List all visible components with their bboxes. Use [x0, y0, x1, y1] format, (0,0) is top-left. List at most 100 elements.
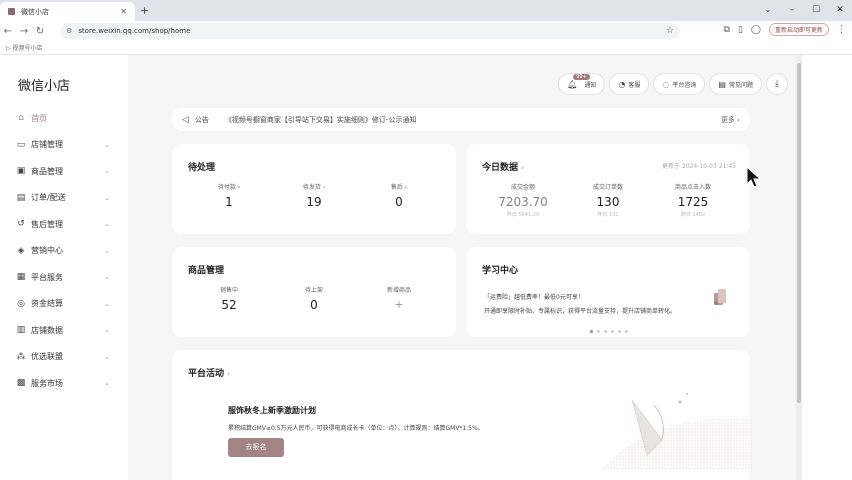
carousel-dot[interactable]: [625, 330, 628, 333]
today-stat-gmv[interactable]: 成交金额 7203.70 昨日 5641.20: [483, 182, 563, 218]
notice-text[interactable]: 《视频号橱窗商家【引导站下交易】实施细则》修订-公示通知: [225, 115, 417, 125]
order-icon: ▤: [16, 192, 26, 203]
pending-card: 待处理 待付款 › 1 待发货 › 19 售后 › 0: [172, 144, 456, 234]
market-icon: ▩: [16, 378, 26, 389]
sidebar-item[interactable]: ↺ 售后管理 ⌄: [0, 211, 128, 238]
pending-stat-aftersale[interactable]: 售后 › 0: [359, 182, 439, 209]
page-gutter: [802, 55, 852, 480]
signup-button[interactable]: 去报名: [228, 438, 284, 457]
notice-tag: 公告: [194, 115, 209, 124]
sidebar-item[interactable]: ⁂ 优选联盟 ⌄: [0, 344, 128, 371]
browser-tab[interactable]: 微信小店 ✕: [0, 2, 135, 21]
add-icon: +: [394, 298, 404, 311]
carousel-dot[interactable]: [604, 330, 607, 333]
sidebar-item[interactable]: ▤ 订单/配送 ⌄: [0, 185, 128, 212]
sidebar-item-label: 优选联盟: [31, 352, 63, 362]
update-button[interactable]: 重新启动即可更新: [768, 23, 829, 36]
stat-sub: 昨日 102: [597, 212, 619, 218]
learning-headline[interactable]: 「运费险」越低费率！最低0元可享！: [484, 292, 584, 301]
data-icon: ▥: [16, 325, 26, 336]
close-window-icon[interactable]: ✕: [828, 0, 852, 21]
url-input[interactable]: ⚙ store.weixin.qq.com/shop/home ☆: [60, 23, 680, 39]
stat-sub: 昨日 1402: [680, 212, 706, 218]
carousel-dot[interactable]: [597, 330, 600, 333]
sidebar-item[interactable]: ▩ 服务市场 ⌄: [0, 370, 128, 397]
service-button[interactable]: ◔ 客服: [609, 73, 650, 95]
marketing-icon: ◈: [17, 245, 25, 256]
sidepanel-icon[interactable]: ▯: [738, 25, 743, 35]
sidebar-menu: ⌂ 首页 ▭ 店铺管理 ⌄ ▣ 商品管理 ⌄ ▤ 订单/配送 ⌄ ↺ 售后管理 ⌄ ◈ 营销中心 ⌄ ▦ 平台服务 ⌄…: [0, 105, 128, 397]
stat-label: 售后: [390, 184, 403, 191]
browser-tab-bar: 微信小店 ✕ + ⌄ – ☐ ✕: [0, 0, 852, 21]
activity-card: 平台活动 › 服饰秋冬上新季激励计划 累积结算GMV≥0.5万元人民币，可获得电商…: [172, 350, 752, 480]
sidebar-item[interactable]: ▦ 平台服务 ⌄: [0, 264, 128, 291]
chevron-down-icon: ⌄: [104, 326, 110, 335]
scrollbar-thumb[interactable]: [797, 63, 801, 403]
today-title[interactable]: 今日数据 ›: [482, 160, 524, 173]
learning-card: 学习中心 「运费险」越低费率！最低0元可享！ 开通即享限时补贴、专属标识，获得平…: [466, 247, 750, 337]
sidebar-item-label: 服务市场: [31, 378, 63, 388]
close-tab-icon[interactable]: ✕: [120, 7, 127, 16]
minimize-icon[interactable]: –: [780, 0, 804, 21]
bookmark-star-icon[interactable]: ☆: [666, 26, 674, 36]
carousel-dot[interactable]: [611, 330, 614, 333]
sidebar-item-label: 首页: [31, 113, 47, 123]
headset-icon: ◔: [618, 79, 626, 89]
menu-icon[interactable]: ⋮: [837, 25, 846, 35]
stat-label: 待付款: [217, 184, 236, 191]
notice-more-label: 更多: [720, 115, 735, 124]
notice-bar[interactable]: ◁ 公告 《视频号橱窗商家【引导站下交易】实施细则》修订-公示通知 更多 ›: [172, 108, 750, 131]
activity-title[interactable]: 平台活动 ›: [188, 366, 230, 379]
sidebar-item[interactable]: ▣ 商品管理 ⌄: [0, 158, 128, 185]
stat-label: 待上架: [304, 287, 323, 294]
top-actions: 🔔︎ 99+ 通知 ◔ 客服 ◌ 平台咨询 ▤ 常见问题 ⤓: [558, 73, 788, 95]
carousel-dot[interactable]: [618, 330, 621, 333]
goods-card: 商品管理 销售中 52 待上架 0 新增商品 +: [172, 247, 456, 337]
sidebar-item-label: 售后管理: [31, 219, 63, 229]
sidebar-item[interactable]: ▥ 店铺数据 ⌄: [0, 317, 128, 344]
sidebar-item-label: 店铺数据: [31, 325, 63, 335]
goods-stat-pending-listing[interactable]: 待上架 0: [274, 285, 354, 312]
download-button[interactable]: ⤓: [766, 73, 788, 95]
stat-value: 19: [306, 195, 322, 209]
forward-icon[interactable]: →: [16, 26, 32, 37]
carousel-dot[interactable]: [590, 330, 593, 333]
chevron-right-icon: ›: [227, 369, 231, 378]
faq-label: 常见问题: [728, 81, 753, 89]
main-content: 🔔︎ 99+ 通知 ◔ 客服 ◌ 平台咨询 ▤ 常见问题 ⤓ ◁ 公告 《视频号…: [128, 55, 800, 480]
faq-button[interactable]: ▤ 常见问题: [709, 73, 762, 95]
tab-search-icon[interactable]: ⌄: [756, 0, 780, 21]
consult-button[interactable]: ◌ 平台咨询: [653, 73, 706, 95]
goods-add-product[interactable]: 新增商品 +: [359, 285, 439, 311]
profile-icon[interactable]: ◯: [751, 25, 761, 35]
chat-icon: ◌: [662, 79, 670, 89]
stat-label: 成交金额: [510, 184, 535, 191]
sidebar-item-label: 店铺管理: [31, 140, 63, 150]
notice-more-link[interactable]: 更多 ›: [721, 115, 740, 125]
extensions-icon[interactable]: ⧉: [724, 25, 730, 35]
sidebar-item[interactable]: ◈ 营销中心 ⌄: [0, 238, 128, 265]
sidebar-item-label: 资金结算: [31, 299, 63, 309]
reload-icon[interactable]: ↻: [32, 26, 48, 37]
stat-value: 130: [596, 195, 620, 209]
today-stat-orders[interactable]: 成交订单数 130 昨日 102: [568, 182, 648, 218]
app-root: 微信小店 ⌂ 首页 ▭ 店铺管理 ⌄ ▣ 商品管理 ⌄ ▤ 订单/配送 ⌄ ↺ 售后管理 ⌄ ◈ 营销中心 ⌄ ▦…: [0, 55, 852, 480]
sidebar-item[interactable]: ⌂ 首页: [0, 105, 128, 132]
chevron-down-icon: ⌄: [104, 379, 110, 388]
sidebar-item[interactable]: ◎ 资金结算 ⌄: [0, 291, 128, 318]
site-info-icon[interactable]: ⚙: [66, 27, 72, 35]
activity-desc: 累积结算GMV≥0.5万元人民币，可获得电商成长卡（单位：点），计算规则：结算G…: [228, 425, 484, 432]
goods-title: 商品管理: [188, 266, 225, 276]
new-tab-button[interactable]: +: [140, 4, 149, 17]
sidebar-item[interactable]: ▭ 店铺管理 ⌄: [0, 132, 128, 159]
back-icon[interactable]: ←: [0, 26, 16, 37]
pending-stat-unpaid[interactable]: 待付款 › 1: [189, 182, 269, 209]
activity-illustration-icon: [602, 393, 752, 470]
bookmark-item[interactable]: ▷ 视频号小店: [6, 43, 43, 52]
maximize-icon[interactable]: ☐: [804, 0, 828, 21]
goods-stat-selling[interactable]: 销售中 52: [189, 285, 269, 312]
pending-stat-unshipped[interactable]: 待发货 › 19: [274, 182, 354, 209]
sidebar: 微信小店 ⌂ 首页 ▭ 店铺管理 ⌄ ▣ 商品管理 ⌄ ▤ 订单/配送 ⌄ ↺ 售后管理 ⌄ ◈ 营销中心 ⌄ ▦…: [0, 55, 128, 480]
today-stat-clicks[interactable]: 商品点击人数 1725 昨日 1402: [653, 182, 733, 218]
notify-button[interactable]: 🔔︎ 99+ 通知: [558, 73, 606, 95]
